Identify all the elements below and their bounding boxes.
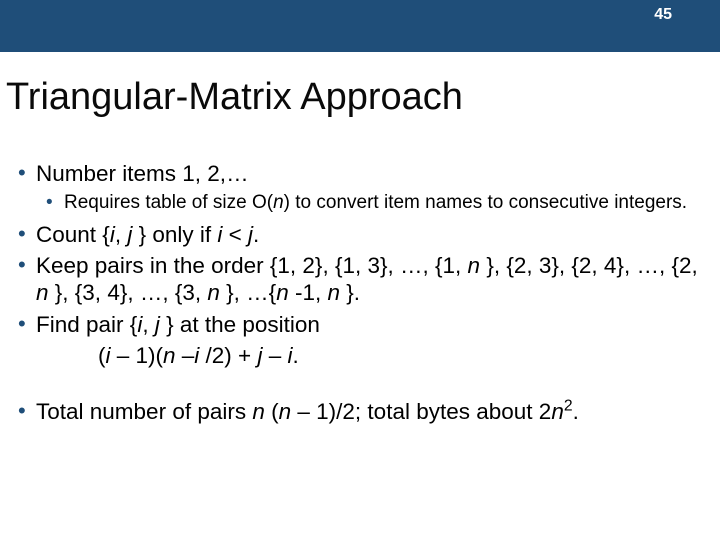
text: ) to convert item names to consecutive i… <box>284 192 687 213</box>
text: }, {3, 4}, …, {3, <box>55 280 208 305</box>
text: Find pair { <box>36 312 137 337</box>
text: ( <box>271 399 279 424</box>
slide: 45 Triangular-Matrix Approach Number ite… <box>0 0 720 540</box>
text: , <box>142 312 155 337</box>
text: /2) + <box>206 343 258 368</box>
text: – 1)( <box>117 343 163 368</box>
var-n: n <box>36 280 55 305</box>
position-formula: (i – 1)(n –i /2) + j – i. <box>98 342 700 369</box>
slide-content: Number items 1, 2,… Requires table of si… <box>18 160 700 429</box>
spacer <box>18 376 700 398</box>
text: – <box>182 343 195 368</box>
text: } only if <box>139 222 218 247</box>
bullet-number-items: Number items 1, 2,… <box>18 160 700 187</box>
var-n: n <box>279 399 298 424</box>
bullet-total-pairs: Total number of pairs n (n – 1)/2; total… <box>18 398 700 425</box>
header-bar: 45 <box>0 0 720 52</box>
text: }, …{ <box>226 280 276 305</box>
var-n: n <box>468 253 487 278</box>
text: . <box>573 399 579 424</box>
text: < <box>229 222 248 247</box>
var-n: n <box>327 280 346 305</box>
text: Requires table of size O( <box>64 192 273 213</box>
text: Keep pairs in the order {1, 2}, {1, 3}, … <box>36 253 468 278</box>
bullet-count-ij: Count {i, j } only if i < j. <box>18 221 700 248</box>
var-n: n <box>276 280 295 305</box>
var-n: n <box>163 343 182 368</box>
text: . <box>292 343 298 368</box>
var-n: n <box>273 192 284 213</box>
text: , <box>115 222 128 247</box>
text: Total number of pairs <box>36 399 252 424</box>
text: } at the position <box>166 312 320 337</box>
text: . <box>253 222 259 247</box>
bullet-keep-pairs: Keep pairs in the order {1, 2}, {1, 3}, … <box>18 252 700 307</box>
var-n: n <box>252 399 271 424</box>
bullet-requires-table: Requires table of size O(n) to convert i… <box>46 191 700 214</box>
text: – 1)/2; total bytes about 2 <box>297 399 551 424</box>
slide-number: 45 <box>654 6 672 23</box>
text: Number items 1, 2,… <box>36 161 249 186</box>
text: -1, <box>295 280 328 305</box>
var-j: j <box>155 312 166 337</box>
var-n: n <box>551 399 564 424</box>
var-j: j <box>127 222 138 247</box>
var-i: i <box>106 343 117 368</box>
text: ( <box>98 343 106 368</box>
bullet-find-pair: Find pair {i, j } at the position <box>18 311 700 338</box>
slide-title: Triangular-Matrix Approach <box>6 76 463 119</box>
var-n: n <box>207 280 226 305</box>
var-j: j <box>257 343 268 368</box>
text: }. <box>346 280 360 305</box>
var-i: i <box>217 222 228 247</box>
text: Count { <box>36 222 110 247</box>
text: – <box>269 343 288 368</box>
text: }, {2, 3}, {2, 4}, …, {2, <box>486 253 697 278</box>
var-i: i <box>194 343 205 368</box>
exponent-2: 2 <box>564 397 573 414</box>
